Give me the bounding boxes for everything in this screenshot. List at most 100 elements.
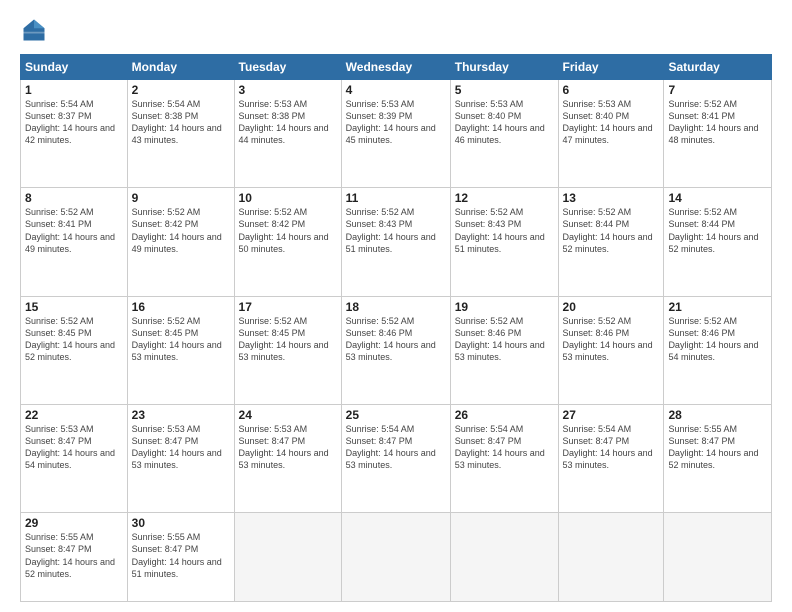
header xyxy=(20,16,772,44)
day-number: 12 xyxy=(455,191,554,205)
col-header-friday: Friday xyxy=(558,55,664,80)
logo-icon xyxy=(20,16,48,44)
day-number: 4 xyxy=(346,83,446,97)
day-info: Sunrise: 5:54 AMSunset: 8:47 PMDaylight:… xyxy=(455,423,554,472)
day-number: 5 xyxy=(455,83,554,97)
calendar-cell: 26Sunrise: 5:54 AMSunset: 8:47 PMDayligh… xyxy=(450,404,558,512)
day-number: 30 xyxy=(132,516,230,530)
day-info: Sunrise: 5:53 AMSunset: 8:47 PMDaylight:… xyxy=(132,423,230,472)
day-info: Sunrise: 5:54 AMSunset: 8:38 PMDaylight:… xyxy=(132,98,230,147)
day-info: Sunrise: 5:52 AMSunset: 8:46 PMDaylight:… xyxy=(668,315,767,364)
day-number: 1 xyxy=(25,83,123,97)
day-info: Sunrise: 5:52 AMSunset: 8:43 PMDaylight:… xyxy=(455,206,554,255)
calendar-table: SundayMondayTuesdayWednesdayThursdayFrid… xyxy=(20,54,772,602)
calendar-cell: 1Sunrise: 5:54 AMSunset: 8:37 PMDaylight… xyxy=(21,80,128,188)
logo xyxy=(20,16,50,44)
day-number: 9 xyxy=(132,191,230,205)
col-header-wednesday: Wednesday xyxy=(341,55,450,80)
calendar-cell: 4Sunrise: 5:53 AMSunset: 8:39 PMDaylight… xyxy=(341,80,450,188)
calendar-cell: 6Sunrise: 5:53 AMSunset: 8:40 PMDaylight… xyxy=(558,80,664,188)
day-number: 11 xyxy=(346,191,446,205)
col-header-thursday: Thursday xyxy=(450,55,558,80)
page: SundayMondayTuesdayWednesdayThursdayFrid… xyxy=(0,0,792,612)
day-info: Sunrise: 5:53 AMSunset: 8:40 PMDaylight:… xyxy=(455,98,554,147)
day-info: Sunrise: 5:55 AMSunset: 8:47 PMDaylight:… xyxy=(668,423,767,472)
calendar-cell xyxy=(234,513,341,602)
calendar-cell: 7Sunrise: 5:52 AMSunset: 8:41 PMDaylight… xyxy=(664,80,772,188)
calendar-cell: 21Sunrise: 5:52 AMSunset: 8:46 PMDayligh… xyxy=(664,296,772,404)
day-number: 8 xyxy=(25,191,123,205)
day-number: 18 xyxy=(346,300,446,314)
day-info: Sunrise: 5:53 AMSunset: 8:40 PMDaylight:… xyxy=(563,98,660,147)
calendar-cell: 15Sunrise: 5:52 AMSunset: 8:45 PMDayligh… xyxy=(21,296,128,404)
day-number: 25 xyxy=(346,408,446,422)
calendar-cell: 14Sunrise: 5:52 AMSunset: 8:44 PMDayligh… xyxy=(664,188,772,296)
day-info: Sunrise: 5:53 AMSunset: 8:47 PMDaylight:… xyxy=(239,423,337,472)
calendar-cell xyxy=(558,513,664,602)
calendar-cell xyxy=(664,513,772,602)
day-info: Sunrise: 5:53 AMSunset: 8:38 PMDaylight:… xyxy=(239,98,337,147)
calendar-cell: 28Sunrise: 5:55 AMSunset: 8:47 PMDayligh… xyxy=(664,404,772,512)
day-info: Sunrise: 5:52 AMSunset: 8:42 PMDaylight:… xyxy=(239,206,337,255)
calendar-cell: 27Sunrise: 5:54 AMSunset: 8:47 PMDayligh… xyxy=(558,404,664,512)
calendar-week-3: 22Sunrise: 5:53 AMSunset: 8:47 PMDayligh… xyxy=(21,404,772,512)
day-info: Sunrise: 5:54 AMSunset: 8:47 PMDaylight:… xyxy=(563,423,660,472)
day-info: Sunrise: 5:52 AMSunset: 8:45 PMDaylight:… xyxy=(25,315,123,364)
col-header-sunday: Sunday xyxy=(21,55,128,80)
day-info: Sunrise: 5:52 AMSunset: 8:44 PMDaylight:… xyxy=(668,206,767,255)
calendar-cell: 18Sunrise: 5:52 AMSunset: 8:46 PMDayligh… xyxy=(341,296,450,404)
day-number: 24 xyxy=(239,408,337,422)
calendar-week-2: 15Sunrise: 5:52 AMSunset: 8:45 PMDayligh… xyxy=(21,296,772,404)
col-header-monday: Monday xyxy=(127,55,234,80)
day-number: 10 xyxy=(239,191,337,205)
day-number: 16 xyxy=(132,300,230,314)
day-number: 29 xyxy=(25,516,123,530)
day-info: Sunrise: 5:52 AMSunset: 8:41 PMDaylight:… xyxy=(25,206,123,255)
day-number: 23 xyxy=(132,408,230,422)
day-info: Sunrise: 5:54 AMSunset: 8:47 PMDaylight:… xyxy=(346,423,446,472)
calendar-cell: 25Sunrise: 5:54 AMSunset: 8:47 PMDayligh… xyxy=(341,404,450,512)
day-number: 22 xyxy=(25,408,123,422)
calendar-cell xyxy=(450,513,558,602)
day-info: Sunrise: 5:52 AMSunset: 8:42 PMDaylight:… xyxy=(132,206,230,255)
day-info: Sunrise: 5:55 AMSunset: 8:47 PMDaylight:… xyxy=(25,531,123,580)
day-info: Sunrise: 5:54 AMSunset: 8:37 PMDaylight:… xyxy=(25,98,123,147)
calendar-cell: 24Sunrise: 5:53 AMSunset: 8:47 PMDayligh… xyxy=(234,404,341,512)
day-info: Sunrise: 5:52 AMSunset: 8:46 PMDaylight:… xyxy=(346,315,446,364)
day-info: Sunrise: 5:52 AMSunset: 8:43 PMDaylight:… xyxy=(346,206,446,255)
day-info: Sunrise: 5:53 AMSunset: 8:39 PMDaylight:… xyxy=(346,98,446,147)
day-number: 15 xyxy=(25,300,123,314)
day-number: 17 xyxy=(239,300,337,314)
day-number: 26 xyxy=(455,408,554,422)
day-number: 28 xyxy=(668,408,767,422)
day-info: Sunrise: 5:52 AMSunset: 8:45 PMDaylight:… xyxy=(132,315,230,364)
calendar-cell: 19Sunrise: 5:52 AMSunset: 8:46 PMDayligh… xyxy=(450,296,558,404)
col-header-saturday: Saturday xyxy=(664,55,772,80)
calendar-cell xyxy=(341,513,450,602)
day-info: Sunrise: 5:52 AMSunset: 8:41 PMDaylight:… xyxy=(668,98,767,147)
calendar-cell: 23Sunrise: 5:53 AMSunset: 8:47 PMDayligh… xyxy=(127,404,234,512)
day-info: Sunrise: 5:52 AMSunset: 8:44 PMDaylight:… xyxy=(563,206,660,255)
calendar-cell: 17Sunrise: 5:52 AMSunset: 8:45 PMDayligh… xyxy=(234,296,341,404)
day-number: 3 xyxy=(239,83,337,97)
calendar-header-row: SundayMondayTuesdayWednesdayThursdayFrid… xyxy=(21,55,772,80)
day-number: 27 xyxy=(563,408,660,422)
day-number: 14 xyxy=(668,191,767,205)
calendar-cell: 22Sunrise: 5:53 AMSunset: 8:47 PMDayligh… xyxy=(21,404,128,512)
day-number: 20 xyxy=(563,300,660,314)
col-header-tuesday: Tuesday xyxy=(234,55,341,80)
day-info: Sunrise: 5:52 AMSunset: 8:46 PMDaylight:… xyxy=(563,315,660,364)
calendar-week-4: 29Sunrise: 5:55 AMSunset: 8:47 PMDayligh… xyxy=(21,513,772,602)
day-number: 19 xyxy=(455,300,554,314)
day-info: Sunrise: 5:52 AMSunset: 8:46 PMDaylight:… xyxy=(455,315,554,364)
calendar-cell: 12Sunrise: 5:52 AMSunset: 8:43 PMDayligh… xyxy=(450,188,558,296)
day-info: Sunrise: 5:53 AMSunset: 8:47 PMDaylight:… xyxy=(25,423,123,472)
day-number: 13 xyxy=(563,191,660,205)
calendar-cell: 8Sunrise: 5:52 AMSunset: 8:41 PMDaylight… xyxy=(21,188,128,296)
calendar-week-1: 8Sunrise: 5:52 AMSunset: 8:41 PMDaylight… xyxy=(21,188,772,296)
calendar-week-0: 1Sunrise: 5:54 AMSunset: 8:37 PMDaylight… xyxy=(21,80,772,188)
day-number: 21 xyxy=(668,300,767,314)
day-number: 7 xyxy=(668,83,767,97)
calendar-cell: 10Sunrise: 5:52 AMSunset: 8:42 PMDayligh… xyxy=(234,188,341,296)
calendar-cell: 2Sunrise: 5:54 AMSunset: 8:38 PMDaylight… xyxy=(127,80,234,188)
